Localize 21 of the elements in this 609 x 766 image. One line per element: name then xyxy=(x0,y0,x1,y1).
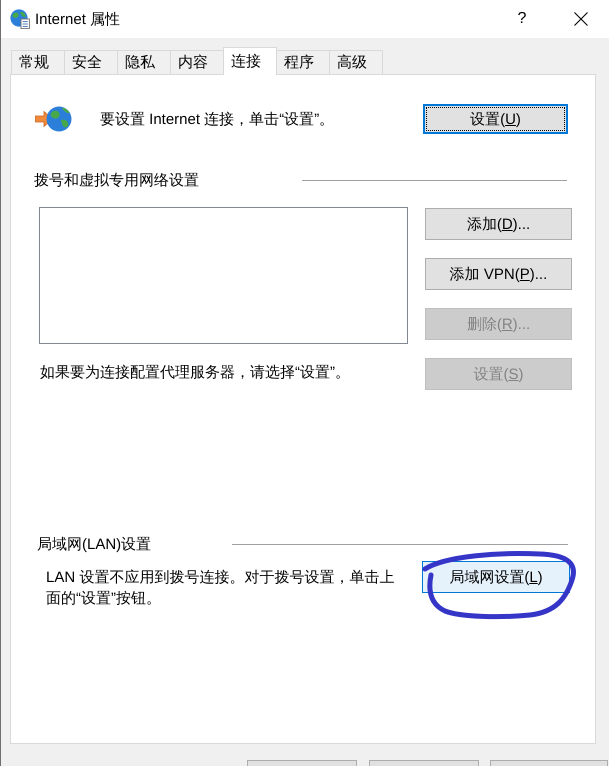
globe-page-icon xyxy=(10,9,30,29)
connection-list[interactable] xyxy=(39,207,408,344)
section-heading: 局域网(LAN)设置 xyxy=(36,535,152,555)
proxy-note: 如果要为连接配置代理服务器，请选择“设置”。 xyxy=(39,363,351,383)
tab[interactable]: 常规 xyxy=(11,50,65,74)
dialog-button[interactable] xyxy=(490,760,608,766)
lan-note: LAN 设置不应用到拨号连接。对于拨号设置，单击上面的“设置”按钮。 xyxy=(46,568,396,609)
connection-setup-text: 要设置 Internet 连接，单击“设置”。 xyxy=(100,110,334,128)
setup-button[interactable]: 设置(U) xyxy=(423,104,568,134)
help-button[interactable]: ? xyxy=(499,0,545,38)
dialog-button[interactable] xyxy=(369,760,479,766)
section-heading: 拨号和虚拟专用网络设置 xyxy=(33,171,199,191)
add-vpn-button[interactable]: 添加 VPN(P)... xyxy=(425,258,572,290)
add-button[interactable]: 添加(D)... xyxy=(425,208,572,240)
arrow-globe-icon xyxy=(35,105,72,133)
lan-settings-button[interactable]: 局域网设置(L) xyxy=(422,561,570,593)
window-title: Internet 属性 xyxy=(35,10,120,28)
close-icon xyxy=(574,12,588,26)
dialog-button[interactable] xyxy=(247,760,357,766)
tab[interactable]: 连接 xyxy=(223,47,277,75)
tab[interactable]: 高级 xyxy=(329,50,383,74)
